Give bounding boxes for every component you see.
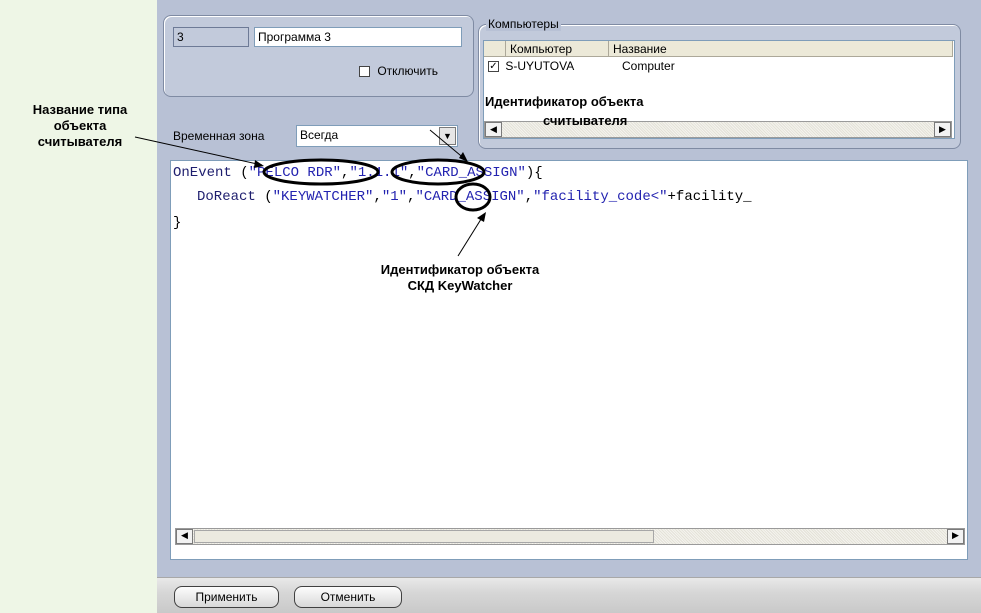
arrow-reader-type: [134, 136, 263, 166]
ellipse-reader-type: [262, 158, 380, 186]
callout-keywatcher-id: Идентификатор объекта СКД KeyWatcher: [380, 262, 540, 293]
ellipse-reader-id: [390, 158, 486, 186]
cancel-button[interactable]: Отменить: [294, 586, 402, 608]
callout-reader-id: Идентификатор объекта считывателя: [485, 94, 644, 128]
bottom-toolbar: [157, 577, 981, 613]
apply-button[interactable]: Применить: [174, 586, 279, 608]
ellipse-keywatcher-id: [454, 182, 492, 212]
annotation-overlay: [134, 129, 492, 257]
callout-reader-type: Название типа объекта считывателя: [32, 102, 128, 149]
arrow-keywatcher-id: [457, 215, 484, 257]
arrow-reader-id: [429, 129, 467, 161]
